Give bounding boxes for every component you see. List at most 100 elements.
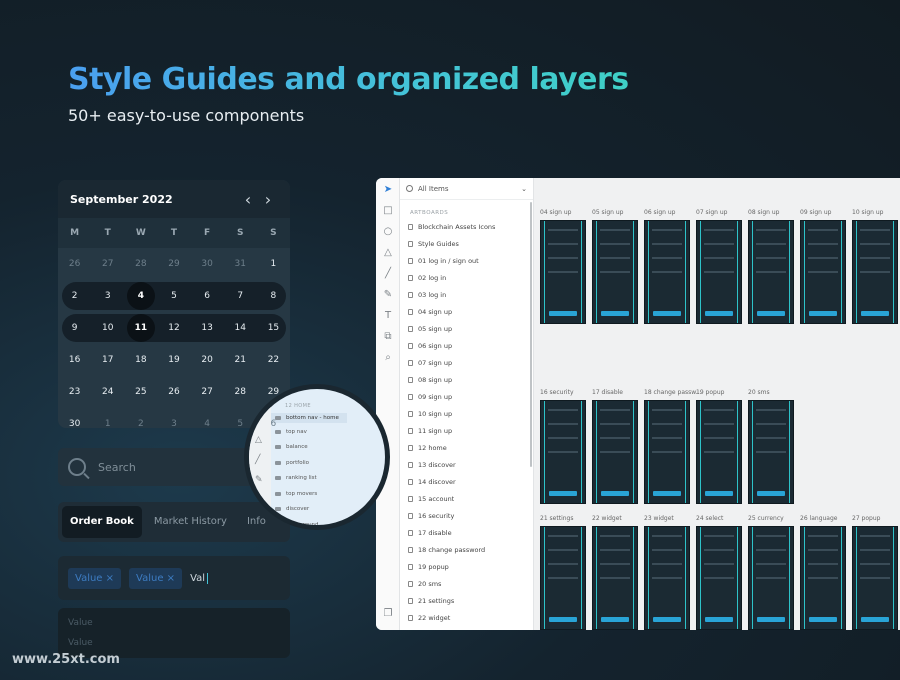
artboard-thumbnail[interactable] bbox=[592, 400, 638, 504]
artboard-thumbnail[interactable] bbox=[852, 220, 898, 324]
line-icon[interactable]: ╱ bbox=[382, 268, 394, 280]
calendar-day[interactable]: 26 bbox=[157, 378, 190, 406]
layer-item[interactable]: 20 sms bbox=[400, 575, 533, 592]
calendar-day[interactable]: 23 bbox=[58, 378, 91, 406]
calendar-day[interactable]: 21 bbox=[224, 346, 257, 374]
calendar-day[interactable]: 9 bbox=[58, 314, 91, 342]
artboard-thumbnail[interactable] bbox=[540, 526, 586, 630]
layer-item[interactable]: 10 sign up bbox=[400, 405, 533, 422]
chevron-down-icon[interactable]: ⌄ bbox=[521, 185, 527, 193]
layer-item[interactable]: 04 sign up bbox=[400, 303, 533, 320]
calendar-day[interactable]: 1 bbox=[91, 410, 124, 428]
artboard-thumbnail[interactable] bbox=[644, 526, 690, 630]
artboard-thumbnail[interactable] bbox=[748, 526, 794, 630]
calendar-day[interactable]: 16 bbox=[58, 346, 91, 374]
layer-item[interactable]: Style Guides bbox=[400, 235, 533, 252]
calendar-day[interactable]: 28 bbox=[224, 378, 257, 406]
list-item[interactable]: Value bbox=[68, 616, 280, 636]
calendar-day[interactable]: 30 bbox=[191, 250, 224, 278]
chevron-right-icon[interactable]: › bbox=[258, 190, 278, 209]
layer-item[interactable]: Blockchain Assets Icons bbox=[400, 218, 533, 235]
calendar-day[interactable]: 17 bbox=[91, 346, 124, 374]
layer-item[interactable]: 09 sign up bbox=[400, 388, 533, 405]
calendar-day[interactable]: 3 bbox=[157, 410, 190, 428]
layers-icon[interactable]: ❐ bbox=[382, 608, 394, 620]
layer-item[interactable]: 14 discover bbox=[400, 473, 533, 490]
calendar-day[interactable]: 2 bbox=[58, 282, 91, 310]
search-input[interactable] bbox=[98, 460, 248, 474]
calendar-day[interactable]: 29 bbox=[257, 378, 290, 406]
calendar-day[interactable]: 18 bbox=[124, 346, 157, 374]
layer-item[interactable]: 13 discover bbox=[400, 456, 533, 473]
tab-market-history[interactable]: Market History bbox=[146, 506, 235, 538]
calendar-day[interactable]: 1 bbox=[257, 250, 290, 278]
pointer-icon[interactable]: ➤ bbox=[382, 184, 394, 196]
artboard-thumbnail[interactable] bbox=[592, 526, 638, 630]
calendar-day[interactable]: 26 bbox=[58, 250, 91, 278]
tag-typed-text[interactable]: Val bbox=[190, 572, 209, 584]
zoom-icon[interactable]: ⌕ bbox=[382, 352, 394, 364]
layer-item[interactable]: 02 log in bbox=[400, 269, 533, 286]
calendar-day[interactable]: 11 bbox=[124, 314, 157, 342]
artboard-thumbnail[interactable] bbox=[696, 400, 742, 504]
calendar-day[interactable]: 4 bbox=[191, 410, 224, 428]
artboard-icon[interactable]: ⧉ bbox=[382, 331, 394, 343]
layer-item[interactable]: 05 sign up bbox=[400, 320, 533, 337]
layers-scrollbar[interactable] bbox=[530, 202, 532, 467]
layer-item[interactable]: 19 popup bbox=[400, 558, 533, 575]
calendar-day[interactable]: 2 bbox=[124, 410, 157, 428]
artboard-thumbnail[interactable] bbox=[748, 400, 794, 504]
rectangle-icon[interactable]: □ bbox=[382, 205, 394, 217]
artboard-thumbnail[interactable] bbox=[696, 526, 742, 630]
layer-item[interactable]: 17 disable bbox=[400, 524, 533, 541]
tab-order-book[interactable]: Order Book bbox=[62, 506, 142, 538]
artboard-thumbnail[interactable] bbox=[540, 400, 586, 504]
artboard-thumbnail[interactable] bbox=[748, 220, 794, 324]
layer-item[interactable]: 22 widget bbox=[400, 609, 533, 626]
calendar-day[interactable]: 12 bbox=[157, 314, 190, 342]
calendar-day[interactable]: 10 bbox=[91, 314, 124, 342]
calendar-day[interactable]: 28 bbox=[124, 250, 157, 278]
layers-filter[interactable]: All Items ⌄ bbox=[400, 178, 533, 200]
calendar-day[interactable]: 14 bbox=[224, 314, 257, 342]
layer-item[interactable]: 08 sign up bbox=[400, 371, 533, 388]
layer-item[interactable]: 07 sign up bbox=[400, 354, 533, 371]
layer-item[interactable]: 03 log in bbox=[400, 286, 533, 303]
layer-item[interactable]: 15 account bbox=[400, 490, 533, 507]
layer-item[interactable]: 16 security bbox=[400, 507, 533, 524]
artboard-thumbnail[interactable] bbox=[644, 220, 690, 324]
artboard-thumbnail[interactable] bbox=[696, 220, 742, 324]
value-tag[interactable]: Value × bbox=[129, 567, 183, 589]
layer-item[interactable]: 12 home bbox=[400, 439, 533, 456]
calendar-day[interactable]: 5 bbox=[157, 282, 190, 310]
artboard-thumbnail[interactable] bbox=[852, 526, 898, 630]
calendar-day[interactable]: 13 bbox=[191, 314, 224, 342]
calendar-day[interactable]: 6 bbox=[191, 282, 224, 310]
calendar-day[interactable]: 30 bbox=[58, 410, 91, 428]
value-tag[interactable]: Value × bbox=[68, 567, 122, 589]
ellipse-icon[interactable]: ○ bbox=[382, 226, 394, 238]
calendar-day[interactable]: 27 bbox=[91, 250, 124, 278]
artboard-thumbnail[interactable] bbox=[800, 220, 846, 324]
calendar-day[interactable]: 29 bbox=[157, 250, 190, 278]
calendar-day[interactable]: 8 bbox=[257, 282, 290, 310]
calendar-day[interactable]: 22 bbox=[257, 346, 290, 374]
calendar-day[interactable]: 27 bbox=[191, 378, 224, 406]
artboard-thumbnail[interactable] bbox=[644, 400, 690, 504]
text-icon[interactable]: T bbox=[382, 310, 394, 322]
calendar-day[interactable]: 25 bbox=[124, 378, 157, 406]
artboard-thumbnail[interactable] bbox=[800, 526, 846, 630]
chevron-left-icon[interactable]: ‹ bbox=[238, 190, 258, 209]
calendar-day[interactable]: 24 bbox=[91, 378, 124, 406]
calendar-day[interactable]: 19 bbox=[157, 346, 190, 374]
triangle-icon[interactable]: △ bbox=[382, 247, 394, 259]
calendar-day[interactable]: 4 bbox=[124, 282, 157, 310]
calendar-day[interactable]: 7 bbox=[224, 282, 257, 310]
layer-item[interactable]: 18 change password bbox=[400, 541, 533, 558]
artboard-thumbnail[interactable] bbox=[540, 220, 586, 324]
tag-input-field[interactable]: Value × Value × Val bbox=[58, 556, 290, 600]
artboard-thumbnail[interactable] bbox=[592, 220, 638, 324]
layer-item[interactable]: 06 sign up bbox=[400, 337, 533, 354]
calendar-day[interactable]: 15 bbox=[257, 314, 290, 342]
pen-icon[interactable]: ✎ bbox=[382, 289, 394, 301]
